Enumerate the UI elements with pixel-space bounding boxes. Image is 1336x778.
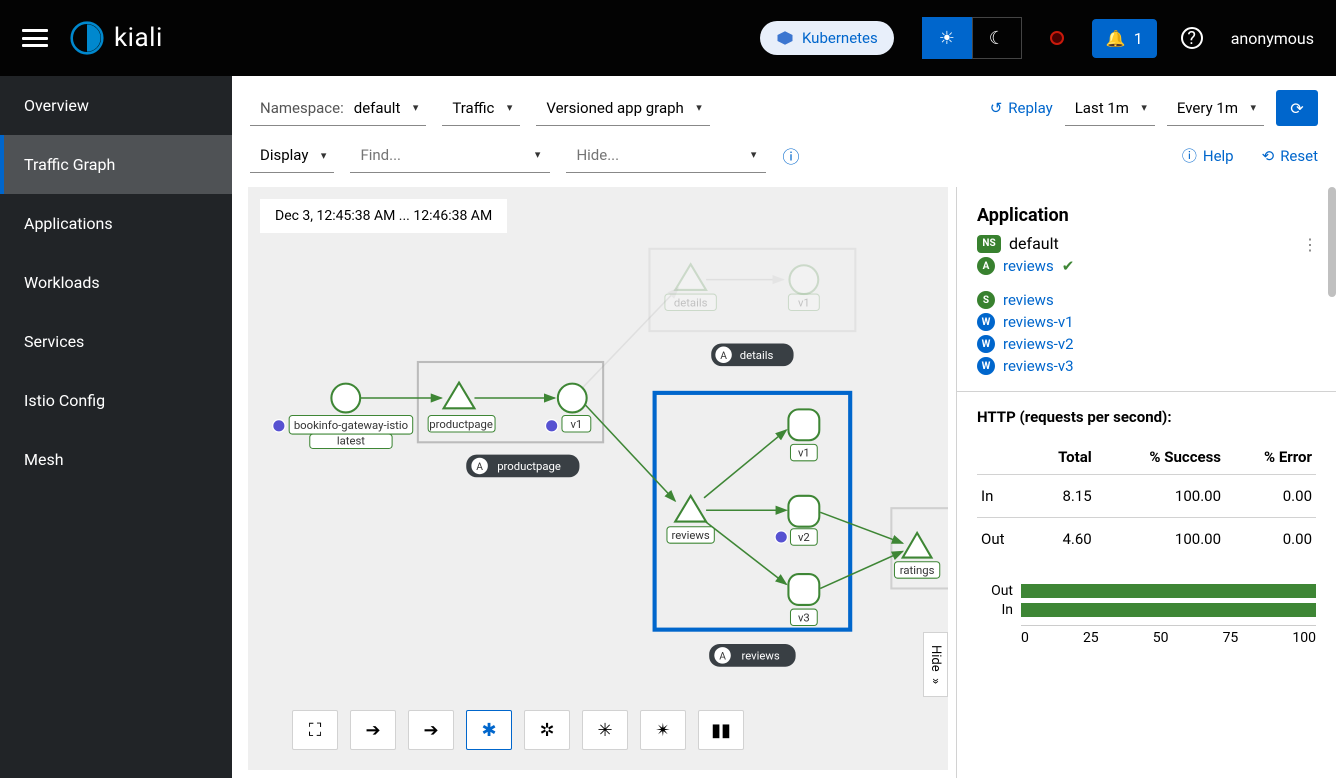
layout-dagre-button[interactable]: ✱ bbox=[466, 710, 512, 750]
reset-link[interactable]: ⟲ Reset bbox=[1262, 147, 1318, 165]
chevron-right-icon: » bbox=[928, 678, 943, 684]
cluster-selector[interactable]: Kubernetes bbox=[760, 21, 894, 55]
nav-applications[interactable]: Applications bbox=[0, 194, 232, 253]
question-circle-icon: ⓘ bbox=[1182, 145, 1197, 166]
svg-text:A: A bbox=[719, 649, 726, 662]
nav-overview[interactable]: Overview bbox=[0, 76, 232, 135]
help-button[interactable]: ? bbox=[1181, 27, 1203, 49]
replay-button[interactable]: ↺ Replay bbox=[990, 99, 1053, 117]
panel-actions-menu[interactable]: ⋮ bbox=[1302, 235, 1316, 254]
refresh-interval-selector[interactable]: Every 1m bbox=[1167, 91, 1264, 126]
help-link[interactable]: ⓘ Help bbox=[1182, 145, 1234, 166]
brand-logo[interactable]: kiali bbox=[70, 21, 163, 55]
kiali-logo-icon bbox=[70, 21, 104, 55]
bell-icon: 🔔 bbox=[1106, 29, 1126, 48]
app-badge: A bbox=[977, 257, 995, 275]
nav-workloads[interactable]: Workloads bbox=[0, 253, 232, 312]
app-link[interactable]: reviews bbox=[1003, 257, 1054, 275]
svg-text:v1: v1 bbox=[570, 417, 582, 431]
layout-2-button[interactable]: ➔ bbox=[408, 710, 454, 750]
reset-icon: ⟲ bbox=[1262, 147, 1275, 165]
time-range-selector[interactable]: Last 1m bbox=[1065, 91, 1155, 126]
svg-text:A: A bbox=[720, 349, 727, 362]
layout-grid-button[interactable]: ✲ bbox=[524, 710, 570, 750]
theme-light-button[interactable]: ☀ bbox=[922, 17, 972, 59]
history-icon: ↺ bbox=[990, 99, 1003, 117]
notifications-button[interactable]: 🔔 1 bbox=[1092, 19, 1157, 58]
workload-link-v2[interactable]: reviews-v2 bbox=[1003, 335, 1074, 353]
nav-traffic-graph[interactable]: Traffic Graph bbox=[0, 135, 232, 194]
workload-link-v1[interactable]: reviews-v1 bbox=[1003, 313, 1074, 331]
layout-breadth-button[interactable]: ✴ bbox=[640, 710, 686, 750]
record-indicator[interactable] bbox=[1050, 31, 1064, 45]
workload-badge: W bbox=[977, 313, 995, 331]
brand-text: kiali bbox=[114, 23, 163, 53]
svg-text:bookinfo-gateway-istio: bookinfo-gateway-istio bbox=[294, 418, 408, 432]
theme-dark-button[interactable]: ☾ bbox=[972, 17, 1022, 59]
fit-view-button[interactable]: ⛶ bbox=[292, 710, 338, 750]
graph-type-selector[interactable]: Versioned app graph bbox=[536, 91, 709, 126]
sync-icon: ⟳ bbox=[1290, 99, 1303, 118]
svg-text:v2: v2 bbox=[798, 530, 810, 544]
nav-istio-config[interactable]: Istio Config bbox=[0, 371, 232, 430]
namespace-badge: NS bbox=[977, 235, 1001, 253]
namespace-value: default bbox=[1009, 234, 1059, 253]
sidebar-nav: Overview Traffic Graph Applications Work… bbox=[0, 76, 232, 778]
hide-panel-tab[interactable]: Hide » bbox=[923, 632, 948, 697]
health-ok-icon: ✔ bbox=[1062, 257, 1075, 275]
table-row: Out4.60100.000.00 bbox=[977, 518, 1316, 561]
http-title: HTTP (requests per second): bbox=[977, 408, 1316, 426]
graph-canvas[interactable]: Dec 3, 12:45:38 AM ... 12:46:38 AM detai… bbox=[248, 187, 948, 770]
http-table: Total% Success% Error In8.15100.000.00 O… bbox=[977, 440, 1316, 560]
nav-mesh[interactable]: Mesh bbox=[0, 430, 232, 489]
workload-badge: W bbox=[977, 357, 995, 375]
traffic-selector[interactable]: Traffic bbox=[442, 91, 520, 126]
legend-button[interactable]: ▮▮ bbox=[698, 710, 744, 750]
svg-text:reviews: reviews bbox=[672, 528, 710, 542]
svg-text:v1: v1 bbox=[798, 295, 810, 309]
svg-text:v3: v3 bbox=[798, 610, 810, 624]
svg-text:ratings: ratings bbox=[900, 563, 935, 577]
display-options[interactable]: Display bbox=[250, 138, 334, 173]
success-bar-chart: Out In 0 25 50 75 100 bbox=[977, 582, 1316, 646]
svg-text:productpage: productpage bbox=[497, 459, 561, 473]
svg-text:v1: v1 bbox=[798, 446, 810, 460]
svg-text:latest: latest bbox=[337, 433, 365, 447]
layout-1-button[interactable]: ➔ bbox=[350, 710, 396, 750]
layout-concentric-button[interactable]: ✳ bbox=[582, 710, 628, 750]
svg-text:details: details bbox=[740, 348, 774, 362]
workload-link-v3[interactable]: reviews-v3 bbox=[1003, 357, 1074, 375]
svg-text:reviews: reviews bbox=[742, 648, 780, 662]
svg-text:A: A bbox=[476, 460, 483, 473]
nav-services[interactable]: Services bbox=[0, 312, 232, 371]
info-icon[interactable]: ⓘ bbox=[782, 143, 799, 168]
hide-input[interactable] bbox=[566, 138, 766, 173]
refresh-button[interactable]: ⟳ bbox=[1276, 90, 1318, 126]
panel-title: Application bbox=[977, 205, 1316, 226]
svg-text:productpage: productpage bbox=[429, 417, 493, 431]
find-input[interactable] bbox=[350, 138, 550, 173]
workload-badge: W bbox=[977, 335, 995, 353]
menu-toggle[interactable] bbox=[22, 29, 48, 47]
topology-graph: details v1 A details bookinfo-gateway-is… bbox=[248, 187, 948, 763]
table-row: In8.15100.000.00 bbox=[977, 475, 1316, 518]
namespace-selector[interactable]: Namespace: default bbox=[250, 91, 426, 126]
service-badge: S bbox=[977, 291, 995, 309]
user-menu[interactable]: anonymous bbox=[1231, 29, 1314, 48]
details-panel: Application ⋮ NS default A reviews ✔ S r… bbox=[956, 187, 1336, 778]
kubernetes-icon bbox=[776, 30, 794, 46]
scrollbar[interactable] bbox=[1328, 187, 1336, 297]
theme-switcher: ☀ ☾ bbox=[922, 17, 1022, 59]
service-link[interactable]: reviews bbox=[1003, 291, 1054, 309]
svg-text:details: details bbox=[674, 295, 708, 309]
